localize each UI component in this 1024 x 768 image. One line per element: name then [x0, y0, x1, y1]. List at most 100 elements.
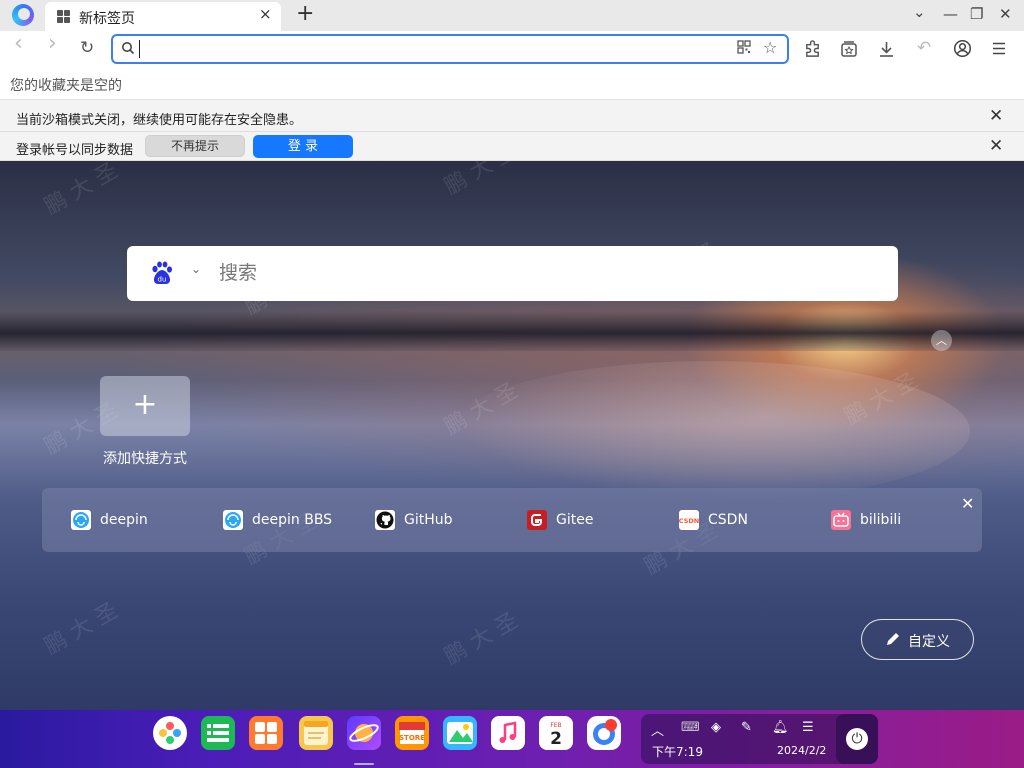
- keyboard-icon[interactable]: ⌨: [681, 720, 700, 735]
- minimize-button[interactable]: —: [943, 5, 958, 23]
- bookmarks-bar: 您的收藏夹是空的: [0, 67, 1024, 100]
- search-input[interactable]: [219, 261, 859, 287]
- pencil-icon: [887, 633, 899, 645]
- sandbox-warning-close-icon[interactable]: ✕: [989, 106, 1003, 126]
- download-icon[interactable]: [878, 40, 895, 58]
- site-link-deepin[interactable]: deepin: [71, 509, 148, 531]
- login-button[interactable]: 登 录: [253, 135, 353, 158]
- collapse-icon[interactable]: ︿: [931, 330, 952, 351]
- calendar-icon[interactable]: FEB 2: [539, 716, 573, 750]
- svg-text:2: 2: [550, 729, 562, 749]
- multitask-view-icon[interactable]: [249, 716, 283, 750]
- site-label: deepin BBS: [252, 512, 333, 528]
- svg-text:FEB: FEB: [550, 722, 561, 729]
- sync-prompt-bar: 登录帐号以同步数据 不再提示 登 录 ✕: [0, 132, 1024, 161]
- taskbar-dock: STORE FEB 2 ︿ ⌨ ◈ ✎ 🔔︎ ☰ 下午7:19 2024/2/2 …: [0, 710, 1024, 768]
- profile-avatar-icon[interactable]: [953, 39, 972, 58]
- deepin-bbs-icon: [223, 510, 243, 530]
- active-app-indicator: [354, 763, 374, 765]
- dont-remind-button[interactable]: 不再提示: [145, 135, 245, 157]
- search-engine-dropdown-icon[interactable]: ⌄: [191, 262, 201, 276]
- site-link-csdn[interactable]: CSDN CSDN: [679, 509, 748, 531]
- forward-button[interactable]: ›: [48, 33, 57, 55]
- gallery-icon[interactable]: [443, 716, 477, 750]
- music-icon[interactable]: [491, 716, 525, 750]
- new-tab-button[interactable]: +: [296, 1, 314, 26]
- back-button[interactable]: ‹: [14, 33, 23, 55]
- site-link-bilibili[interactable]: bilibili: [831, 509, 901, 531]
- tab-close-icon[interactable]: ×: [259, 5, 272, 23]
- notes-icon[interactable]: [299, 716, 333, 750]
- tray-expand-icon[interactable]: ︿: [651, 720, 664, 739]
- watermark: 鹏 大 圣: [440, 608, 523, 670]
- sites-panel-close-icon[interactable]: ✕: [961, 494, 974, 513]
- svg-text:STORE: STORE: [399, 734, 425, 742]
- browser-logo-icon[interactable]: [12, 4, 34, 26]
- menu-icon[interactable]: [992, 42, 1006, 55]
- browser-dock-icon[interactable]: [347, 716, 381, 750]
- clock-time[interactable]: 下午7:19: [652, 743, 703, 760]
- terminal-icon[interactable]: [201, 716, 235, 750]
- watermark: 鹏 大 圣: [40, 598, 123, 660]
- clock-date[interactable]: 2024/2/2: [777, 744, 826, 757]
- search-icon: [122, 42, 135, 55]
- address-bar[interactable]: ☆: [111, 34, 789, 64]
- site-link-github[interactable]: GitHub: [375, 509, 453, 531]
- grid-icon: [57, 10, 70, 23]
- extensions-puzzle-icon[interactable]: [803, 39, 822, 58]
- svg-text:du: du: [158, 276, 167, 284]
- sandbox-warning-bar: 当前沙箱模式关闭，继续使用可能存在安全隐患。 ✕: [0, 101, 1024, 132]
- svg-text:CSDN: CSDN: [679, 517, 699, 525]
- add-shortcut-button[interactable]: +: [100, 376, 190, 436]
- screenshot-icon[interactable]: ✎: [741, 720, 752, 735]
- bookmark-star-icon[interactable]: ☆: [763, 38, 777, 57]
- customize-label: 自定义: [908, 634, 950, 650]
- site-link-gitee[interactable]: Gitee: [527, 509, 593, 531]
- power-button[interactable]: ⏻: [836, 714, 878, 764]
- collections-icon[interactable]: [840, 40, 858, 58]
- background-treeline: [0, 311, 1024, 351]
- deepin-icon: [71, 510, 91, 530]
- sandbox-warning-text: 当前沙箱模式关闭，继续使用可能存在安全隐患。: [16, 113, 303, 128]
- app-store-icon[interactable]: STORE: [395, 716, 429, 750]
- bilibili-icon: [831, 510, 851, 530]
- site-label: Gitee: [556, 512, 594, 528]
- sync-prompt-close-icon[interactable]: ✕: [989, 136, 1003, 156]
- control-center-icon[interactable]: ☰: [802, 720, 814, 735]
- tab-list-dropdown-icon[interactable]: ⌄: [913, 3, 926, 21]
- tab-title: 新标签页: [79, 11, 135, 27]
- site-link-deepin-bbs[interactable]: deepin BBS: [223, 509, 332, 531]
- new-tab-page: 鹏 大 圣 鹏 大 圣 鹏 大 圣 鹏 大 圣 鹏 大 圣 鹏 大 圣 鹏 大 …: [0, 161, 1024, 710]
- site-label: CSDN: [708, 512, 748, 528]
- site-label: deepin: [100, 512, 148, 528]
- notification-bell-icon[interactable]: 🔔︎: [772, 720, 789, 735]
- address-input[interactable]: [139, 40, 719, 58]
- restore-button[interactable]: ❐: [970, 5, 983, 23]
- browser-2-icon[interactable]: [587, 716, 621, 750]
- tab-strip: 新标签页 × + ⌄ — ❐ ✕: [0, 0, 1024, 31]
- site-label: GitHub: [404, 512, 453, 528]
- baidu-logo-icon[interactable]: du: [149, 260, 175, 286]
- search-box[interactable]: du ⌄: [127, 246, 898, 301]
- add-shortcut-label: 添加快捷方式: [103, 451, 187, 467]
- toolbar: ‹ › ↻ ☆ ↶: [0, 31, 1024, 67]
- watermark: 鹏 大 圣: [440, 161, 523, 200]
- watermark: 鹏 大 圣: [40, 161, 123, 220]
- bookmarks-empty-text: 您的收藏夹是空的: [10, 78, 122, 94]
- undo-icon[interactable]: ↶: [917, 38, 931, 58]
- reload-button[interactable]: ↻: [80, 38, 94, 58]
- qr-code-icon[interactable]: [737, 40, 751, 54]
- site-label: bilibili: [860, 512, 902, 528]
- background-snow-glow: [450, 361, 970, 501]
- launcher-icon[interactable]: [153, 716, 187, 750]
- csdn-icon: CSDN: [679, 510, 699, 530]
- sync-prompt-text: 登录帐号以同步数据: [16, 143, 134, 158]
- github-icon: [375, 510, 395, 530]
- customize-button[interactable]: 自定义: [861, 619, 974, 660]
- display-icon[interactable]: ◈: [711, 720, 721, 735]
- close-window-button[interactable]: ✕: [999, 5, 1012, 23]
- power-icon: ⏻: [846, 728, 868, 750]
- frequent-sites-panel: deepin deepin BBS GitHub Gitee CSDN CSDN: [42, 488, 982, 552]
- gitee-icon: [527, 510, 547, 530]
- tab-new-tab[interactable]: 新标签页 ×: [45, 2, 281, 31]
